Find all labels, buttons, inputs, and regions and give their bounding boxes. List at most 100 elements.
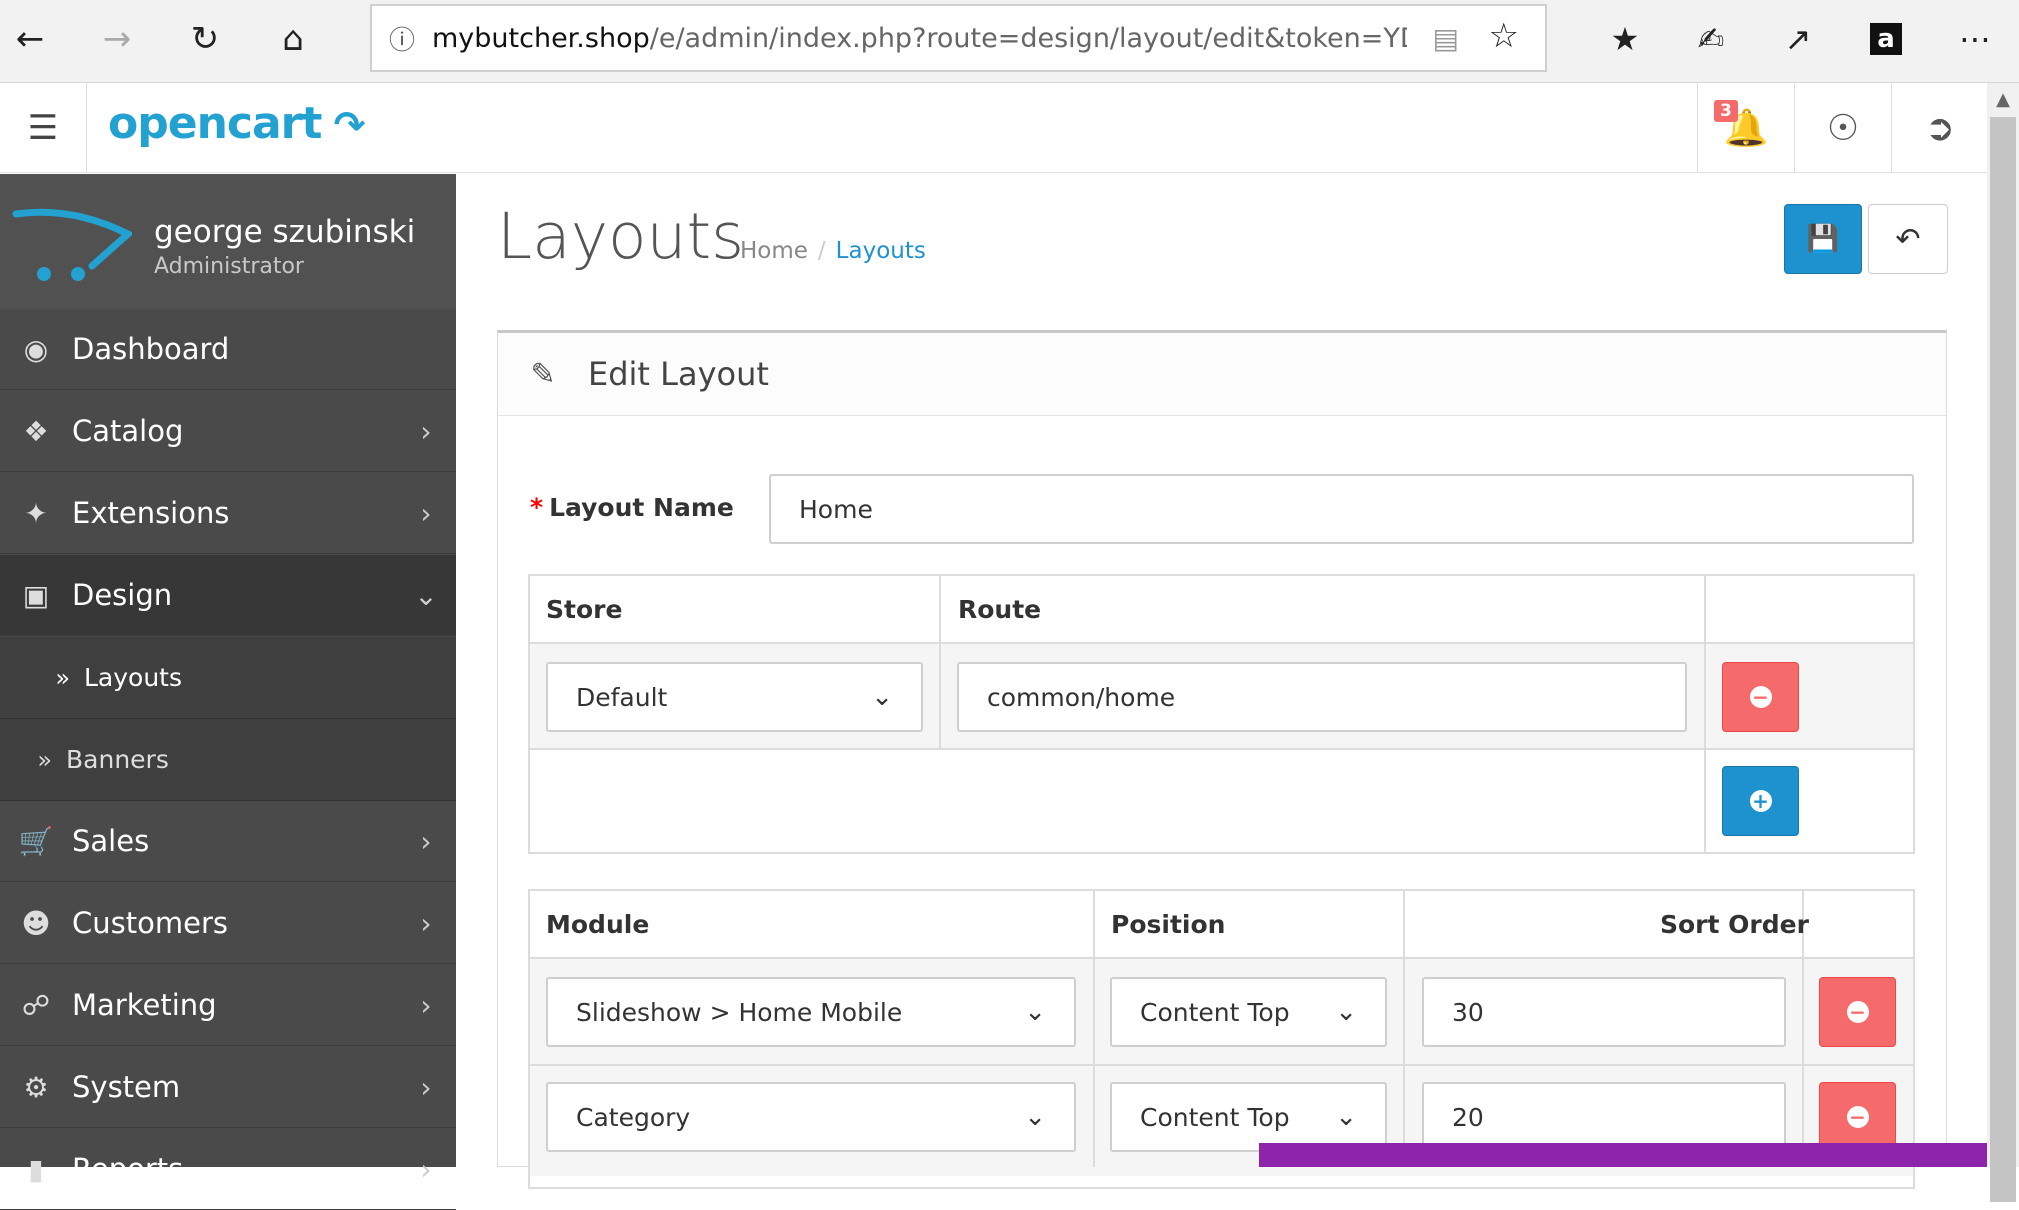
sidebar-item-system[interactable]: ⚙ System ›: [0, 1047, 456, 1128]
sidebar-item-customers[interactable]: ☻ Customers ›: [0, 883, 456, 964]
sidebar-item-reports[interactable]: ▮ Reports ›: [0, 1129, 456, 1210]
logout-icon[interactable]: ➲: [1891, 83, 1988, 173]
chevron-down-icon: ⌄: [414, 578, 438, 612]
shopping-cart-icon: 🛒: [18, 824, 54, 858]
sidebar-item-catalog[interactable]: ❖ Catalog ›: [0, 391, 456, 472]
opencart-cart-icon: [12, 208, 132, 281]
sidebar-subitem-label: Banners: [66, 745, 169, 774]
sidebar-item-marketing[interactable]: ☍ Marketing ›: [0, 965, 456, 1046]
column-header-route: Route: [958, 595, 1042, 624]
menu-toggle-icon[interactable]: ☰: [0, 83, 87, 173]
table-divider: [939, 574, 941, 750]
opencart-logo[interactable]: opencart ↷: [108, 98, 366, 149]
module-select[interactable]: Slideshow > Home Mobile ⌄: [546, 977, 1076, 1047]
sidebar-item-label: Dashboard: [72, 332, 230, 366]
module-select-value: Slideshow > Home Mobile: [576, 997, 903, 1027]
chevron-right-icon: ›: [420, 496, 432, 530]
cart-logo-icon: ↷: [321, 103, 366, 147]
browser-toolbar: ← → ↻ ⌂ ⓘ mybutcher.shop/e/admin/index.p…: [0, 0, 2019, 83]
page-scrollbar[interactable]: ▲: [1987, 83, 2019, 1202]
home-icon[interactable]: ⌂: [268, 14, 318, 64]
minus-circle-icon: −: [1846, 1106, 1869, 1128]
remove-route-button[interactable]: −: [1722, 662, 1799, 732]
position-select[interactable]: Content Top ⌄: [1110, 1082, 1387, 1152]
share-alt-icon: ☍: [21, 988, 51, 1022]
position-select[interactable]: Content Top ⌄: [1110, 977, 1387, 1047]
layout-name-label-text: Layout Name: [549, 493, 734, 522]
site-info-icon[interactable]: ⓘ: [372, 20, 432, 57]
remove-module-button[interactable]: −: [1819, 1082, 1896, 1152]
notifications-button[interactable]: 3 🔔: [1697, 83, 1794, 173]
forward-icon[interactable]: →: [92, 14, 142, 64]
layout-name-input[interactable]: Home: [769, 474, 1914, 544]
panel-heading: ✎ Edit Layout: [498, 333, 1946, 416]
user-role: Administrator: [154, 254, 304, 279]
gear-icon: ⚙: [23, 1070, 49, 1104]
sidebar: george szubinski Administrator ◉ Dashboa…: [0, 174, 456, 1210]
refresh-icon[interactable]: ↻: [180, 14, 230, 64]
url-text: mybutcher.shop/e/admin/index.php?route=d…: [432, 23, 1407, 54]
chevron-right-icon: ›: [420, 824, 432, 858]
add-route-button[interactable]: +: [1722, 766, 1799, 836]
sort-order-input[interactable]: 30: [1422, 977, 1786, 1047]
chevron-down-icon: ⌄: [1024, 1102, 1046, 1132]
sidebar-item-label: Catalog: [72, 414, 184, 448]
sidebar-subitem-layouts[interactable]: » Layouts: [0, 637, 456, 719]
dashboard-icon: ◉: [23, 332, 49, 366]
module-select[interactable]: Category ⌄: [546, 1082, 1076, 1152]
sidebar-item-label: Extensions: [72, 496, 230, 530]
reply-arrow-icon: ↶: [1895, 221, 1921, 257]
sidebar-item-design[interactable]: ▣ Design ⌄: [0, 555, 456, 636]
route-input[interactable]: common/home: [957, 662, 1687, 732]
scroll-thumb[interactable]: [1990, 117, 2016, 1202]
amazon-extension-icon[interactable]: a: [1870, 23, 1902, 55]
required-asterisk: *: [530, 493, 544, 522]
back-icon[interactable]: ←: [5, 14, 55, 64]
sidebar-subitem-banners[interactable]: » Banners: [0, 719, 456, 801]
favorites-list-icon[interactable]: ★: [1600, 14, 1650, 64]
sidebar-item-sales[interactable]: 🛒 Sales ›: [0, 801, 456, 882]
store-select[interactable]: Default ⌄: [546, 662, 923, 732]
address-bar[interactable]: ⓘ mybutcher.shop/e/admin/index.php?route…: [370, 4, 1547, 72]
user-name: george szubinski: [154, 214, 416, 250]
column-header-module: Module: [546, 910, 650, 939]
chevron-right-icon: ›: [420, 906, 432, 940]
table-divider: [1093, 889, 1095, 1167]
column-header-store: Store: [546, 595, 623, 624]
user-profile: george szubinski Administrator: [0, 174, 456, 309]
chevron-down-icon: ⌄: [1024, 997, 1046, 1027]
double-chevron-icon: »: [37, 745, 52, 774]
monitor-icon: ▣: [22, 578, 50, 612]
help-lifebuoy-icon[interactable]: ☉: [1794, 83, 1891, 173]
column-header-position: Position: [1111, 910, 1226, 939]
tags-icon: ❖: [23, 414, 49, 448]
sidebar-item-label: Marketing: [72, 988, 217, 1022]
notification-badge: 3: [1714, 100, 1738, 122]
favorite-star-icon[interactable]: ☆: [1489, 16, 1519, 56]
back-button[interactable]: ↶: [1868, 204, 1948, 274]
floppy-disk-icon: 💾: [1806, 224, 1840, 254]
sidebar-item-label: Customers: [72, 906, 228, 940]
breadcrumb-layouts[interactable]: Layouts: [836, 238, 926, 264]
position-select-value: Content Top: [1140, 1102, 1290, 1132]
sidebar-item-dashboard[interactable]: ◉ Dashboard: [0, 309, 456, 390]
save-button[interactable]: 💾: [1784, 204, 1862, 274]
chevron-down-icon: ⌄: [871, 682, 893, 712]
sort-order-input[interactable]: 20: [1422, 1082, 1786, 1152]
column-header-sort-order: Sort Order: [1660, 910, 1809, 939]
chevron-down-icon: ⌄: [1335, 997, 1357, 1027]
sidebar-item-extensions[interactable]: ✦ Extensions ›: [0, 473, 456, 554]
breadcrumb-home[interactable]: Home: [740, 238, 808, 264]
more-menu-icon[interactable]: ⋯: [1950, 14, 2000, 64]
page-title: Layouts: [497, 200, 744, 273]
table-divider: [528, 957, 1915, 959]
store-select-value: Default: [576, 682, 668, 712]
share-icon[interactable]: ↗: [1773, 14, 1823, 64]
scroll-up-icon[interactable]: ▲: [1987, 83, 2019, 115]
reading-view-icon[interactable]: ▤: [1433, 22, 1459, 55]
remove-module-button[interactable]: −: [1819, 977, 1896, 1047]
url-path: /e/admin/index.php?route=design/layout/e…: [649, 22, 1407, 54]
user-icon: ☻: [21, 906, 51, 940]
pen-note-icon[interactable]: ✍: [1686, 14, 1736, 64]
panel-title: Edit Layout: [588, 355, 769, 393]
